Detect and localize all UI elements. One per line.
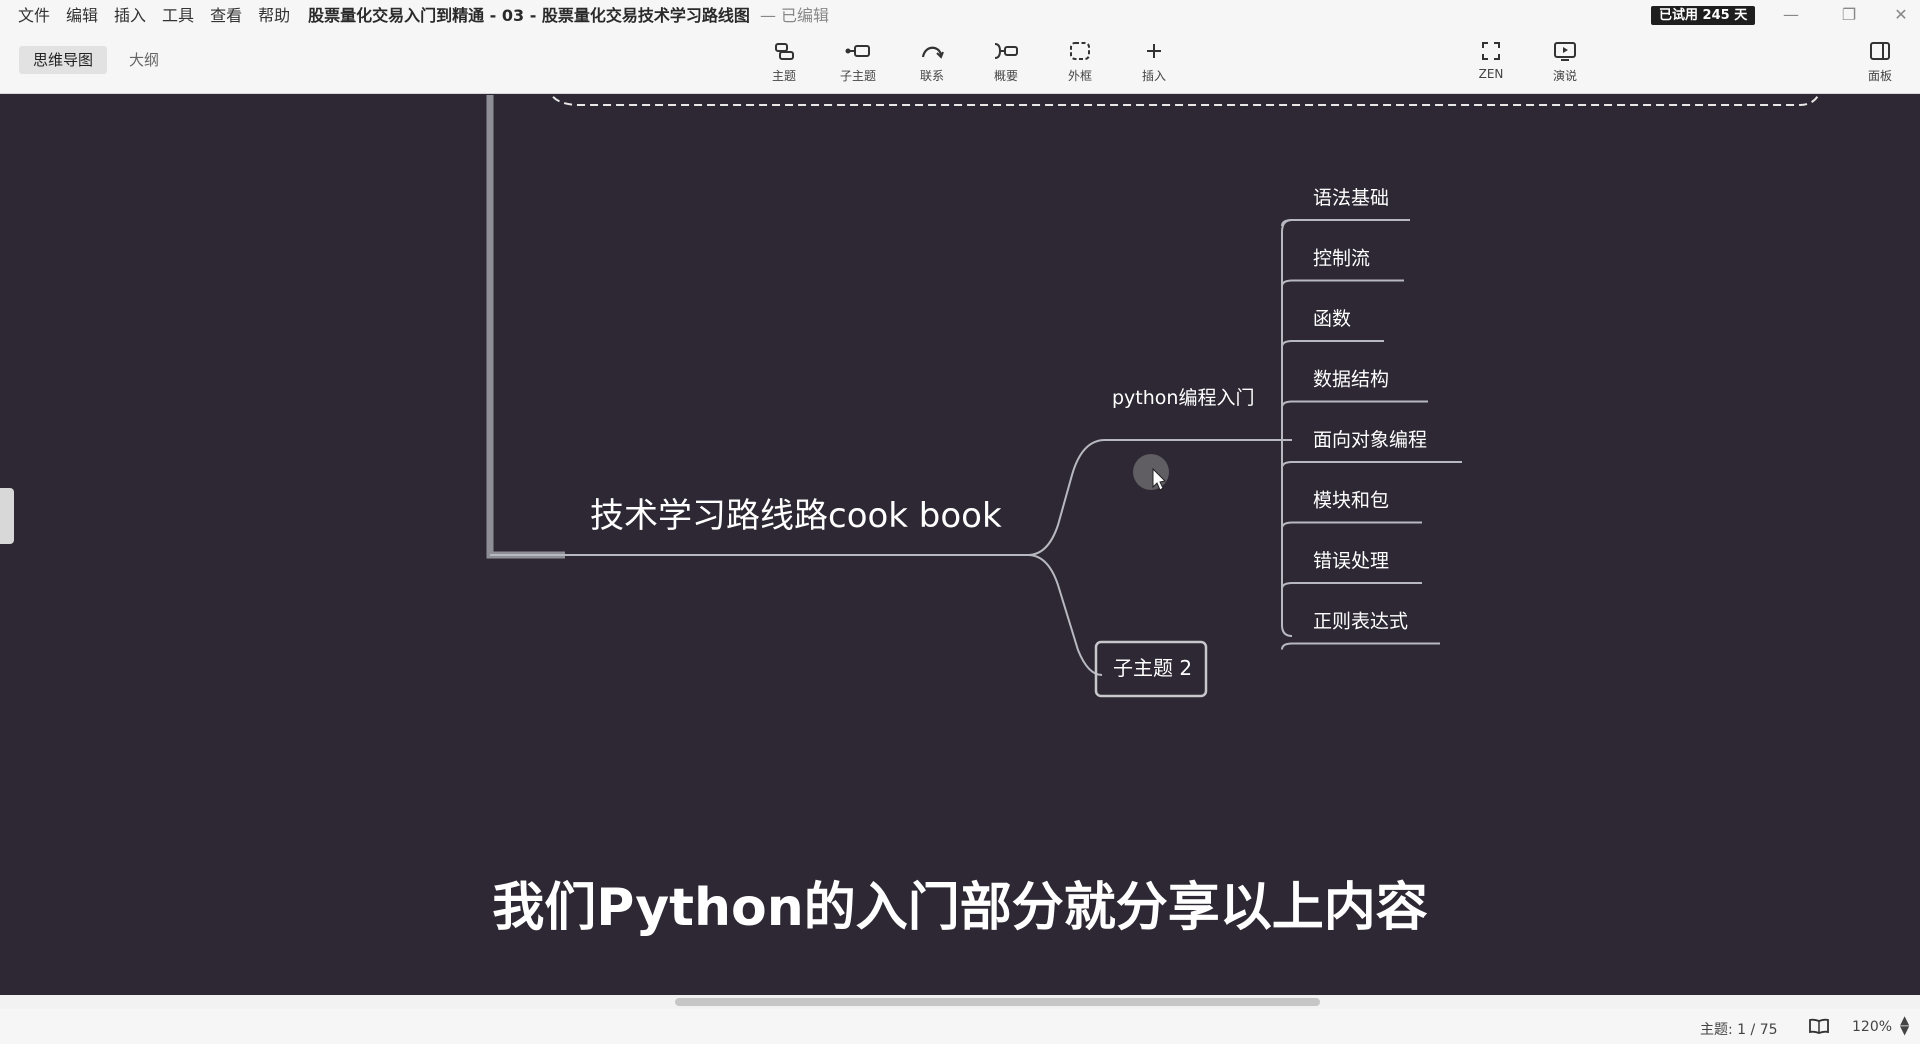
- topic-icon: [769, 36, 799, 66]
- boundary-label: 外框: [1067, 69, 1092, 83]
- present-icon: [1550, 36, 1580, 66]
- python-child-topic[interactable]: 函数: [1313, 308, 1351, 330]
- topic-button[interactable]: 主题: [754, 36, 814, 88]
- python-child-topic[interactable]: 正则表达式: [1313, 611, 1408, 633]
- subtopic-button[interactable]: 子主题: [828, 36, 888, 88]
- menu-view[interactable]: 查看: [210, 2, 242, 26]
- status-bar: 主题: 1 / 75 120% ▲ ▼: [0, 1009, 1920, 1044]
- horizontal-scrollbar[interactable]: [0, 995, 1920, 1009]
- menu-tools[interactable]: 工具: [162, 2, 194, 26]
- python-branch-topic[interactable]: python编程入门: [1112, 387, 1254, 409]
- menu-help[interactable]: 帮助: [258, 2, 290, 26]
- python-child-line: [1281, 219, 1410, 227]
- zoom-stepper-icon[interactable]: ▲ ▼: [1900, 1014, 1909, 1036]
- python-child-topic[interactable]: 模块和包: [1313, 490, 1389, 512]
- python-child-line: [1281, 461, 1462, 469]
- menu-file[interactable]: 文件: [18, 2, 50, 26]
- subtopic-2-label[interactable]: 子主题 2: [1113, 656, 1192, 680]
- python-child-line: [1281, 582, 1422, 590]
- present-label: 演说: [1552, 69, 1577, 83]
- panel-button[interactable]: 面板: [1850, 36, 1910, 88]
- trial-badge[interactable]: 已试用 245 天: [1651, 6, 1756, 25]
- boundary-icon: [1065, 36, 1095, 66]
- sidebar-handle[interactable]: [0, 488, 14, 544]
- tab-mindmap[interactable]: 思维导图: [19, 46, 108, 74]
- python-child-topic[interactable]: 语法基础: [1313, 187, 1389, 209]
- boundary-button[interactable]: 外框: [1050, 36, 1110, 88]
- present-button[interactable]: 演说: [1535, 36, 1595, 88]
- plus-icon: [1139, 36, 1169, 66]
- menu-bar: 文件 编辑 插入 工具 查看 帮助 股票量化交易入门到精通 - 03 - 股票量…: [0, 0, 1920, 28]
- python-child-line: [1281, 340, 1384, 348]
- book-icon[interactable]: [1808, 1017, 1830, 1039]
- zen-label: ZEN: [1478, 67, 1504, 81]
- mindmap-svg: 语法基础控制流函数数据结构面向对象编程模块和包错误处理正则表达式 技术学习路线路…: [486, 95, 1820, 698]
- summary-icon: [991, 36, 1021, 66]
- python-child-topic[interactable]: 数据结构: [1313, 369, 1389, 391]
- toolbar: 思维导图 大纲 主题 子主题 联系 概要 外框 插入 ZEN 演说 面板: [0, 28, 1920, 94]
- python-child-topic[interactable]: 控制流: [1313, 248, 1370, 270]
- menu-edit[interactable]: 编辑: [66, 2, 98, 26]
- topic-count: 主题: 1 / 75: [1700, 1022, 1778, 1038]
- python-child-line: [1281, 279, 1404, 287]
- zoom-level[interactable]: 120%: [1852, 1019, 1892, 1035]
- relationship-icon: [917, 36, 947, 66]
- python-child-topic[interactable]: 面向对象编程: [1313, 429, 1427, 451]
- branch-to-subtopic2: [1027, 554, 1103, 676]
- relationship-button[interactable]: 联系: [902, 36, 962, 88]
- fullscreen-icon: [1476, 36, 1506, 66]
- insert-label: 插入: [1141, 69, 1166, 83]
- python-child-line: [1281, 642, 1440, 650]
- click-indicator: [1133, 454, 1169, 490]
- close-icon[interactable]: ✕: [1886, 2, 1916, 26]
- tab-outline[interactable]: 大纲: [115, 46, 173, 74]
- python-child-line: [1281, 521, 1422, 529]
- insert-button[interactable]: 插入: [1124, 36, 1184, 88]
- horizontal-scrollbar-thumb[interactable]: [675, 998, 1320, 1006]
- zen-button[interactable]: ZEN: [1461, 36, 1521, 88]
- minimize-icon[interactable]: —: [1776, 2, 1806, 26]
- video-subtitle: 我们Python的入门部分就分享以上内容: [492, 878, 1428, 938]
- topic-label: 主题: [771, 69, 796, 83]
- summary-button[interactable]: 概要: [976, 36, 1036, 88]
- python-child-topic[interactable]: 错误处理: [1313, 550, 1389, 572]
- panel-icon: [1865, 36, 1895, 66]
- subtopic-icon: [843, 36, 873, 66]
- subtopic-label: 子主题: [839, 69, 876, 83]
- python-child-line: [1281, 400, 1428, 408]
- panel-label: 面板: [1867, 69, 1892, 83]
- mindmap-canvas[interactable]: 语法基础控制流函数数据结构面向对象编程 模块和包错误处理正则表达式 技术学习路线路…: [0, 95, 1920, 995]
- document-title: 股票量化交易入门到精通 - 03 - 股票量化交易技术学习路线图: [308, 6, 750, 25]
- relationship-label: 联系: [919, 69, 944, 83]
- document-status: — 已编辑: [759, 6, 830, 25]
- main-topic[interactable]: 技术学习路线路cook book: [590, 496, 1002, 536]
- boundary-dashed: [550, 95, 1820, 106]
- restore-icon[interactable]: ❐: [1834, 2, 1864, 26]
- xmind-window: 文件 编辑 插入 工具 查看 帮助 股票量化交易入门到精通 - 03 - 股票量…: [0, 0, 1920, 1044]
- root-trunk-line: [486, 95, 565, 559]
- menu-insert[interactable]: 插入: [114, 2, 146, 26]
- summary-label: 概要: [993, 69, 1018, 83]
